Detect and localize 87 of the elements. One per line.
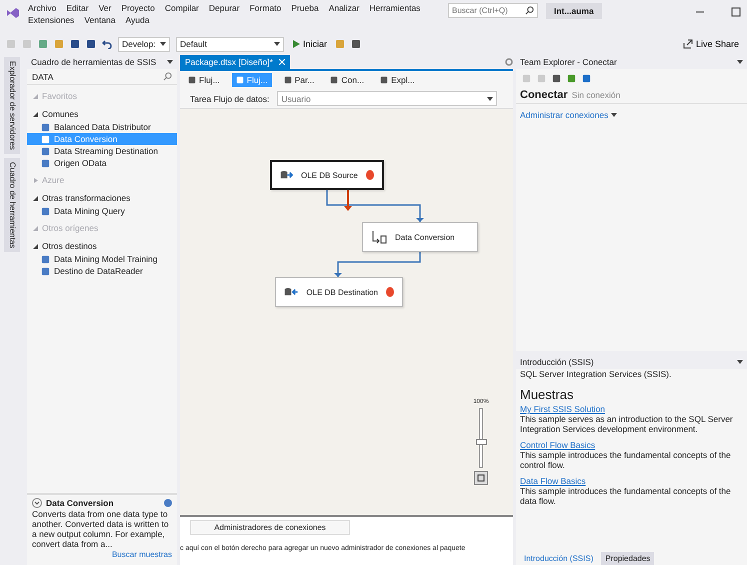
help-icon[interactable] (164, 499, 172, 507)
play-icon (292, 40, 300, 48)
info-title: Data Conversion (46, 498, 114, 508)
caret-icon (611, 113, 618, 117)
slider-thumb[interactable] (476, 438, 487, 445)
sample-description: This sample introduces the fundamental concepts of the control flow. (519, 450, 732, 470)
panel-title: Cuadro de herramientas de SSIS (31, 57, 156, 67)
menu-item[interactable]: Ventana (84, 15, 116, 25)
toolbox-item[interactable]: Data Streaming Destination (27, 145, 177, 157)
menu-item[interactable]: Depurar (208, 3, 240, 13)
connection-status: Sin conexión (572, 90, 620, 100)
designer-tab[interactable]: Fluj... (184, 73, 224, 87)
panel-tab[interactable]: Propiedades (601, 552, 654, 565)
search-icon (163, 72, 172, 81)
side-tab[interactable]: Explorador de servidores (4, 57, 20, 154)
menu-item[interactable]: Formato (250, 3, 282, 13)
menu-item[interactable]: Extensiones (28, 15, 74, 25)
collapse-icon[interactable] (32, 498, 42, 508)
panel-title: Introducción (SSIS) (520, 357, 594, 367)
menu-item[interactable]: Proyecto (121, 3, 155, 13)
designer-tab[interactable]: Expl... (376, 73, 419, 87)
toolbox-group[interactable]: Otras transformaciones (27, 191, 177, 205)
task-dropdown[interactable]: Usuario (277, 91, 498, 106)
side-tab[interactable]: Cuadro de herramientas (4, 158, 20, 252)
toolbox-group[interactable]: Otros destinos (27, 239, 177, 253)
database-arrow-icon (280, 169, 293, 181)
search-icon (525, 6, 534, 15)
maximize-icon[interactable] (731, 7, 741, 17)
expanded-triangle-icon[interactable] (33, 112, 38, 116)
flow-node[interactable]: OLE DB Destination (275, 277, 403, 307)
error-icon (366, 170, 374, 180)
info-text: Converts data from one data type to another. Converted data is written to a new output column. For example, convert data from a... (32, 509, 170, 549)
toolbox-item[interactable]: Data Mining Query (27, 205, 177, 217)
caret-icon (737, 60, 743, 64)
live-share-button[interactable]: Live Share (680, 39, 741, 49)
close-icon[interactable] (278, 59, 285, 65)
panel-title: Team Explorer - Conectar (520, 57, 617, 67)
samples-link[interactable]: Buscar muestras (32, 550, 172, 559)
toolbox-item[interactable]: Balanced Data Distributor (27, 121, 177, 133)
menu-item[interactable]: Prueba (291, 3, 319, 13)
sample-link[interactable]: My First SSIS Solution (520, 404, 606, 414)
toolbox-item[interactable]: Destino de DataReader (27, 265, 177, 277)
menu-item[interactable]: Ver (98, 3, 112, 13)
app-logo-icon (6, 7, 20, 19)
platform-dropdown[interactable]: Default (176, 36, 284, 52)
expanded-triangle-icon[interactable] (33, 244, 38, 248)
sample-description: This sample serves as an introduction to the SQL Server Integration Services development environment. (519, 414, 734, 434)
sample-link[interactable]: Data Flow Basics (520, 476, 586, 486)
sample-link[interactable]: Control Flow Basics (520, 440, 596, 450)
expanded-triangle-icon[interactable] (33, 196, 38, 200)
samples-heading: Muestras (520, 387, 574, 402)
caret-icon (160, 42, 166, 46)
manage-connections-link[interactable]: Administrar conexiones (520, 110, 608, 120)
undo-icon[interactable] (102, 39, 112, 49)
menu-item[interactable]: Compilar (164, 3, 199, 13)
connections-tab[interactable]: Administradores de conexiones (190, 520, 350, 535)
sample-description: This sample introduces the fundamental concepts of the data flow. (519, 486, 732, 506)
caret-icon (274, 42, 280, 46)
toolbox-item[interactable]: Origen OData (27, 157, 177, 169)
designer-tab[interactable]: Con... (326, 73, 368, 87)
flow-node[interactable]: Data Conversion (362, 222, 478, 252)
chevron-icon (487, 96, 494, 100)
menu-item[interactable]: Editar (66, 3, 89, 13)
share-icon (682, 39, 693, 49)
error-icon (386, 287, 394, 297)
fit-view-button[interactable] (474, 471, 488, 485)
start-button[interactable]: Iniciar (290, 39, 330, 49)
designer-tab[interactable]: Par... (280, 73, 318, 87)
caret-icon (737, 360, 743, 364)
menu-item[interactable]: Analizar (328, 3, 360, 13)
document-tab[interactable]: Package.dtsx [Diseño]* (180, 55, 290, 69)
intro-subtitle: SQL Server Integration Services (SSIS). (519, 369, 672, 379)
section-heading: Conectar (520, 89, 568, 101)
fit-icon (477, 474, 485, 482)
caret-icon (167, 60, 173, 64)
toolbox-item[interactable]: Data Mining Model Training (27, 253, 177, 265)
toolbox-group[interactable]: Comunes (27, 107, 177, 121)
database-arrow-icon (284, 286, 298, 298)
menu-item[interactable]: Herramientas (369, 3, 420, 13)
task-label: Tarea Flujo de datos: (190, 94, 270, 104)
menu-item[interactable]: Archivo (28, 3, 56, 13)
conversion-icon (371, 230, 387, 244)
account-name[interactable]: Int...auma (546, 3, 602, 19)
search-field[interactable]: Buscar (Ctrl+Q) (448, 3, 538, 18)
flow-node[interactable]: OLE DB Source (270, 160, 384, 190)
configuration-dropdown[interactable]: Develop: (118, 36, 170, 52)
menu-item[interactable]: Ayuda (126, 15, 150, 25)
